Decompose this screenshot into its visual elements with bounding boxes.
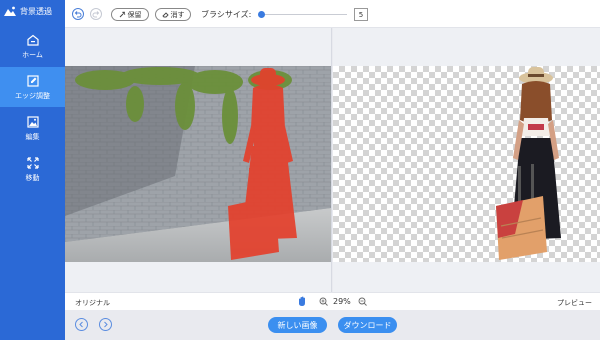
next-button[interactable] — [99, 318, 112, 331]
brush-size-slider-thumb[interactable] — [258, 11, 265, 18]
redo-icon — [92, 11, 100, 18]
home-icon — [26, 34, 39, 46]
zoom-out-icon[interactable] — [319, 297, 328, 306]
sidebar-item-label: エッジ調整 — [15, 91, 50, 100]
app-title-bar: 背景透過 — [0, 0, 65, 22]
undo-icon — [74, 11, 82, 18]
chevron-right-icon — [104, 321, 108, 328]
original-panel[interactable] — [65, 28, 332, 292]
zoom-in-icon[interactable] — [358, 297, 367, 306]
original-label: オリジナル — [75, 299, 110, 307]
edit-icon — [26, 74, 39, 87]
move-icon — [26, 156, 39, 169]
brush-size-label: ブラシサイズ: — [201, 10, 252, 19]
brush-plus-icon — [119, 11, 125, 18]
chevron-left-icon — [79, 321, 83, 328]
keep-label: 保留 — [127, 10, 142, 19]
toolbar: 保留 消す ブラシサイズ: 5 — [65, 0, 600, 28]
keep-brush-button[interactable]: 保留 — [111, 8, 149, 21]
sidebar-item-edge-adjust[interactable]: エッジ調整 — [0, 67, 65, 107]
sidebar: 背景透過 ホーム エッジ調整 編集 移動 — [0, 0, 65, 340]
sidebar-item-home[interactable]: ホーム — [0, 26, 65, 66]
download-button[interactable]: ダウンロード — [338, 317, 397, 333]
original-image[interactable] — [65, 66, 331, 262]
eraser-icon — [161, 12, 169, 18]
zoom-level: 29% — [333, 297, 351, 306]
action-bar: 新しい画像 ダウンロード — [65, 310, 600, 340]
preview-label: プレビュー — [557, 299, 592, 307]
sidebar-item-label: ホーム — [22, 50, 43, 59]
new-image-button[interactable]: 新しい画像 — [268, 317, 327, 333]
undo-button[interactable] — [72, 8, 84, 20]
sidebar-item-label: 移動 — [25, 173, 40, 182]
brush-size-value[interactable]: 5 — [354, 8, 368, 21]
erase-brush-button[interactable]: 消す — [155, 8, 191, 21]
preview-image — [496, 67, 561, 260]
app-title: 背景透過 — [20, 6, 52, 16]
transparency-background — [333, 66, 600, 262]
previous-button[interactable] — [75, 318, 88, 331]
image-icon — [26, 115, 39, 128]
app-logo-icon — [4, 6, 16, 16]
sidebar-item-label: 編集 — [25, 132, 40, 141]
sidebar-item-move[interactable]: 移動 — [0, 149, 65, 189]
hand-icon[interactable] — [297, 296, 307, 307]
status-bar: オリジナル 29% プレビュー — [65, 292, 600, 310]
sidebar-item-edit[interactable]: 編集 — [0, 108, 65, 148]
erase-label: 消す — [170, 10, 185, 19]
redo-button[interactable] — [90, 8, 102, 20]
preview-panel[interactable] — [333, 28, 600, 292]
brush-size-slider[interactable] — [261, 14, 347, 15]
